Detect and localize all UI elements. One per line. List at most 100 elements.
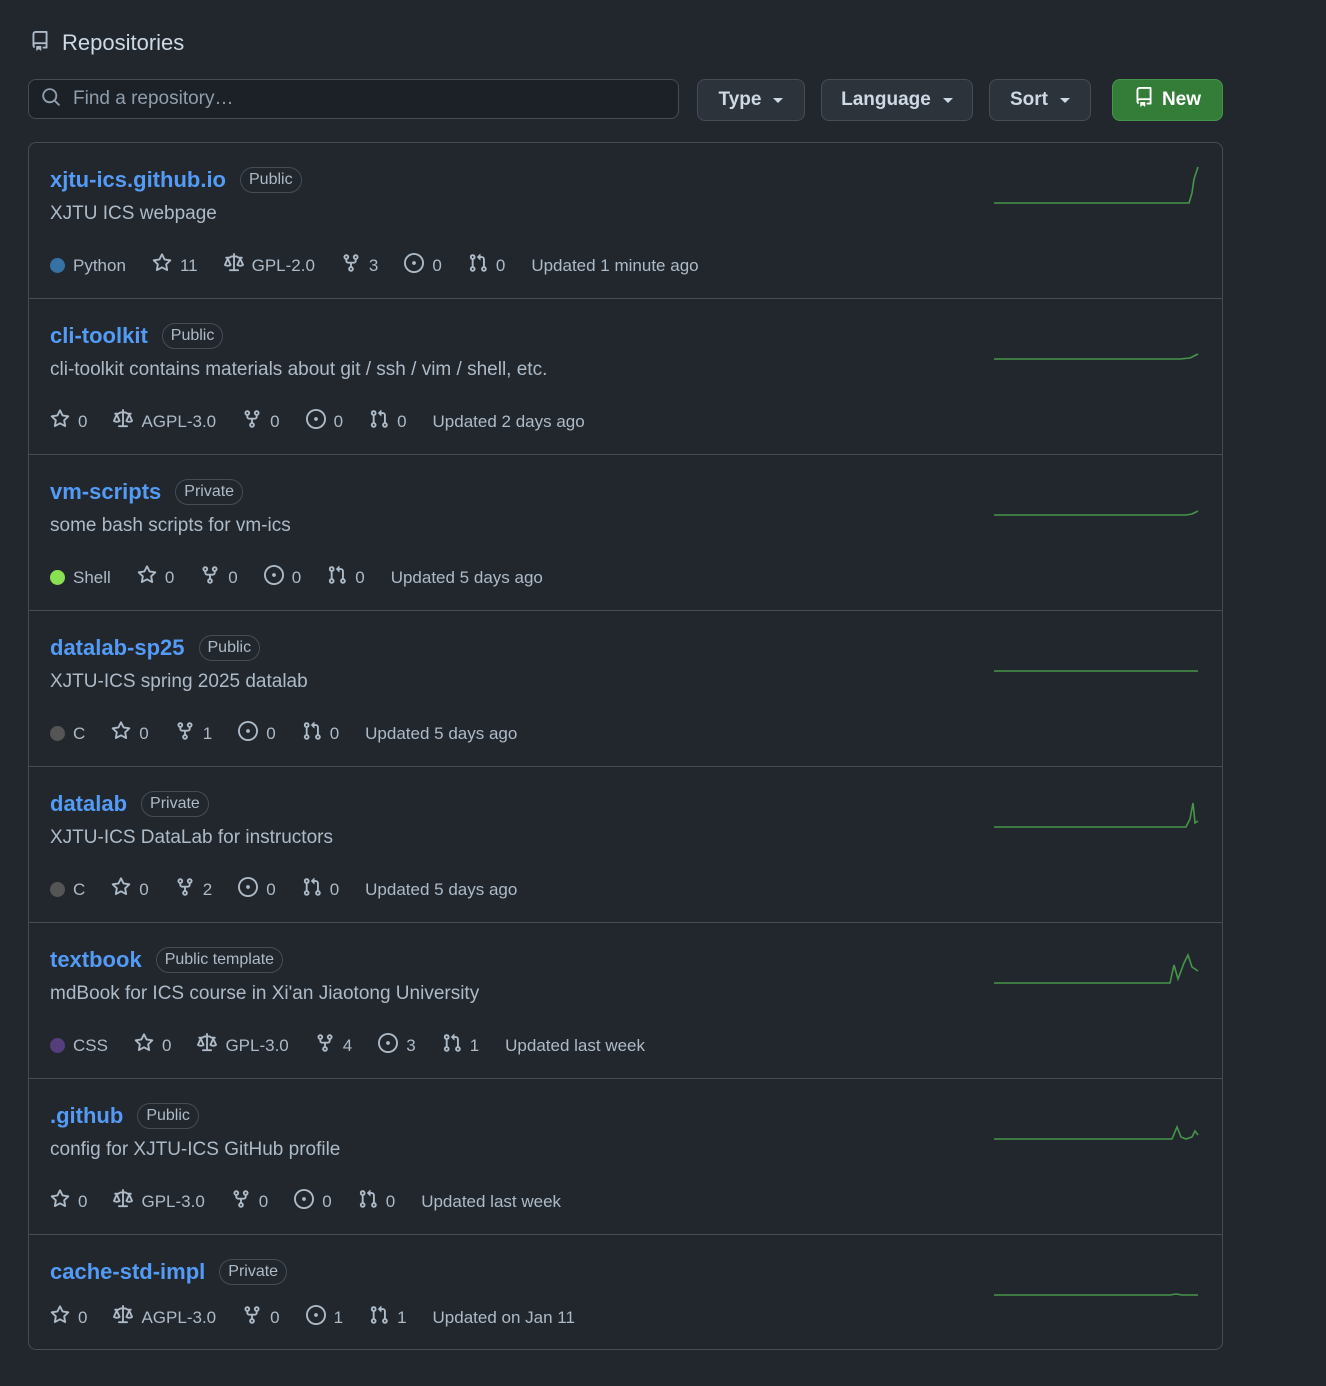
activity-sparkline: [994, 166, 1199, 204]
pr-count: 0: [329, 723, 340, 743]
fork-icon: [315, 1033, 335, 1058]
repo-forks[interactable]: 0: [242, 1305, 280, 1330]
star-icon: [50, 1189, 70, 1214]
language-color-dot: [50, 726, 65, 741]
fork-icon: [200, 565, 220, 590]
pull-request-icon: [302, 721, 322, 746]
fork-icon: [175, 877, 195, 902]
issues-count: 0: [266, 723, 276, 743]
language-color-dot: [50, 882, 65, 897]
search-input[interactable]: [71, 87, 635, 111]
activity-sparkline: [994, 670, 1198, 672]
forks-count: 4: [342, 1035, 353, 1055]
repo-license: AGPL-3.0: [113, 409, 216, 434]
issue-icon: [305, 1305, 326, 1330]
language-filter-button[interactable]: Language: [821, 79, 973, 121]
star-icon: [50, 1305, 70, 1330]
repo-name-link[interactable]: textbook: [50, 947, 142, 973]
pull-request-icon: [327, 565, 347, 590]
pr-count: 0: [329, 879, 340, 899]
star-icon: [111, 877, 131, 902]
repo-issues[interactable]: 0: [305, 409, 343, 434]
type-filter-label: Type: [718, 89, 762, 110]
repo-forks[interactable]: 0: [200, 565, 238, 590]
forks-count: 2: [202, 879, 213, 899]
repo-pull-requests[interactable]: 0: [358, 1189, 395, 1214]
stars-count: 0: [78, 411, 88, 431]
repo-pull-requests[interactable]: 0: [302, 877, 339, 902]
language-label: C: [73, 723, 86, 743]
search-box[interactable]: [28, 79, 679, 119]
repo-title-row: .github Public: [50, 1103, 199, 1129]
repo-stars[interactable]: 0: [137, 565, 174, 590]
repo-stars[interactable]: 11: [152, 253, 198, 278]
repo-stars[interactable]: 0: [50, 409, 87, 434]
type-filter-button[interactable]: Type: [697, 79, 805, 121]
sort-button[interactable]: Sort: [989, 79, 1091, 121]
repo-updated: Updated on Jan 11: [432, 1307, 575, 1327]
star-icon: [152, 253, 172, 278]
repo-name-link[interactable]: xjtu-ics.github.io: [50, 167, 226, 193]
repo-stars[interactable]: 0: [50, 1305, 87, 1330]
repo-forks[interactable]: 2: [175, 877, 212, 902]
repo-row: vm-scripts Private some bash scripts for v…: [29, 455, 1222, 611]
repo-stars[interactable]: 0: [50, 1189, 87, 1214]
license-label: GPL-3.0: [141, 1191, 205, 1211]
repo-pull-requests[interactable]: 0: [327, 565, 365, 590]
repo-issues[interactable]: 3: [378, 1033, 416, 1058]
repo-name-link[interactable]: cache-std-impl: [50, 1259, 205, 1285]
law-icon: [223, 253, 244, 278]
pull-request-icon: [442, 1033, 462, 1058]
new-repository-button[interactable]: New: [1112, 79, 1223, 121]
repo-issues[interactable]: 0: [238, 877, 276, 902]
fork-icon: [341, 253, 361, 278]
repo-license: AGPL-3.0: [113, 1305, 216, 1330]
repo-name-link[interactable]: cli-toolkit: [50, 323, 148, 349]
language-color-dot: [50, 258, 65, 273]
visibility-badge: Public: [198, 635, 261, 661]
forks-count: 0: [270, 1307, 280, 1327]
repo-pull-requests[interactable]: 0: [369, 409, 407, 434]
repo-name-link[interactable]: .github: [50, 1103, 123, 1129]
repo-pull-requests[interactable]: 0: [302, 721, 339, 746]
repo-forks[interactable]: 1: [175, 721, 212, 746]
language-label: Python: [73, 255, 126, 275]
repo-title-row: cli-toolkit Public: [50, 323, 224, 349]
repo-pull-requests[interactable]: 1: [442, 1033, 479, 1058]
repo-pull-requests[interactable]: 1: [369, 1305, 407, 1330]
pull-request-icon: [358, 1189, 378, 1214]
repo-issues[interactable]: 0: [294, 1189, 332, 1214]
repo-issues[interactable]: 0: [238, 721, 276, 746]
repo-forks[interactable]: 0: [231, 1189, 268, 1214]
repo-issues[interactable]: 0: [404, 253, 442, 278]
license-label: AGPL-3.0: [141, 1307, 217, 1327]
fork-icon: [242, 409, 262, 434]
repo-name-link[interactable]: datalab: [50, 791, 127, 817]
license-label: GPL-3.0: [225, 1035, 289, 1055]
visibility-badge: Public: [161, 323, 224, 349]
repo-issues[interactable]: 1: [305, 1305, 343, 1330]
pr-count: 1: [397, 1307, 407, 1327]
law-icon: [113, 1305, 134, 1330]
repo-stars[interactable]: 0: [111, 721, 149, 746]
caret-down-icon: [942, 97, 953, 103]
repo-language: C: [50, 724, 85, 744]
activity-sparkline: [994, 1124, 1199, 1140]
repo-name-link[interactable]: datalab-sp25: [50, 635, 185, 661]
forks-count: 0: [270, 411, 280, 431]
pull-request-icon: [468, 253, 488, 278]
stars-count: 0: [139, 723, 149, 743]
forks-count: 0: [228, 567, 238, 587]
issue-icon: [305, 409, 326, 434]
repo-pull-requests[interactable]: 0: [468, 253, 505, 278]
repo-stars[interactable]: 0: [111, 877, 149, 902]
repo-updated: Updated 5 days ago: [390, 567, 543, 587]
repo-meta: Shell 0 0 0 0 Updated 5 days ago: [50, 565, 569, 590]
repo-name-link[interactable]: vm-scripts: [50, 479, 161, 505]
repo-issues[interactable]: 0: [263, 565, 301, 590]
forks-count: 3: [368, 255, 379, 275]
repo-forks[interactable]: 3: [341, 253, 378, 278]
repo-forks[interactable]: 4: [315, 1033, 352, 1058]
repo-forks[interactable]: 0: [242, 409, 280, 434]
repo-stars[interactable]: 0: [134, 1033, 171, 1058]
